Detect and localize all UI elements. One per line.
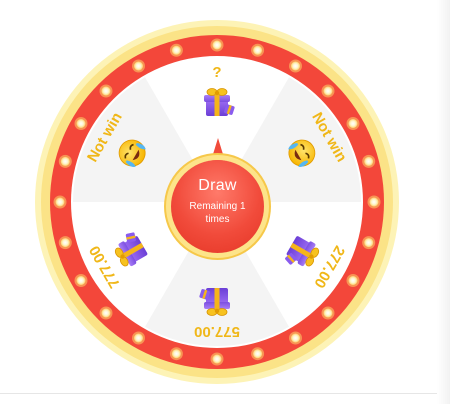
bulb-light xyxy=(323,308,333,318)
bulb-light xyxy=(323,86,333,96)
gift-bow-knot xyxy=(214,308,220,314)
bulb-light xyxy=(134,333,143,343)
bulb-light xyxy=(364,156,374,166)
draw-label: Draw xyxy=(198,177,237,194)
bulb-light xyxy=(101,86,111,96)
bulb-light xyxy=(101,308,111,318)
bulb-light xyxy=(76,119,86,128)
bulb-light xyxy=(253,45,263,55)
bulb-light xyxy=(291,333,300,343)
bulb-light xyxy=(291,61,300,71)
gift-bow-knot xyxy=(214,90,220,96)
gift-ribbon xyxy=(214,288,220,309)
draw-button[interactable]: Draw Remaining 1 times xyxy=(171,160,264,253)
lucky-wheel-game: ? Not win 277.00 577.00 777.00 Not win Draw R… xyxy=(0,0,450,404)
bulb-light xyxy=(348,276,358,285)
bulb-light xyxy=(348,119,358,128)
bulb-light xyxy=(134,61,143,71)
bulb-light xyxy=(171,45,181,55)
divider xyxy=(0,393,450,394)
segment-label: ? xyxy=(212,64,221,81)
segment-label: 577.00 xyxy=(194,323,240,340)
bulb-light xyxy=(212,40,222,50)
bulb-light xyxy=(253,349,263,359)
bulb-light xyxy=(369,197,379,207)
bulb-light xyxy=(60,238,70,248)
gift-ribbon xyxy=(214,95,220,116)
bulb-light xyxy=(212,354,222,364)
bulb-light xyxy=(60,156,70,166)
bulb-light xyxy=(55,197,65,207)
bulb-light xyxy=(76,276,86,285)
bulb-light xyxy=(171,349,181,359)
remaining-times-text: Remaining 1 times xyxy=(189,201,246,225)
bulb-light xyxy=(364,238,374,248)
scroll-edge xyxy=(437,0,450,404)
